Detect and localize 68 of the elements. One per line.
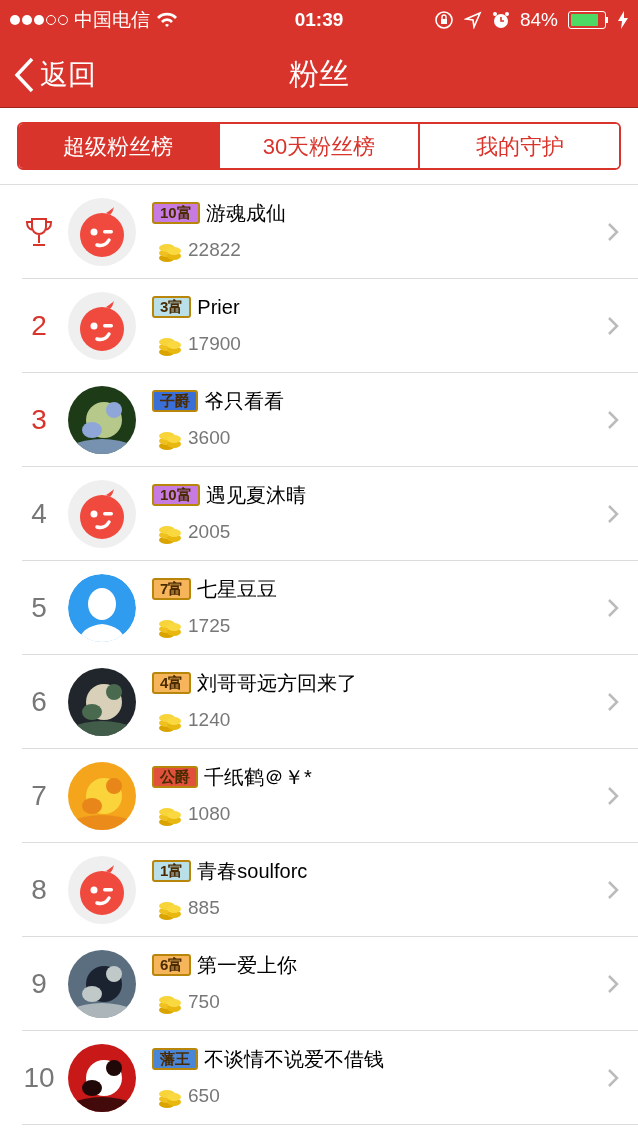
coin-count: 1725	[188, 614, 231, 639]
level-badge: 10富	[152, 484, 200, 507]
rotation-lock-icon	[433, 10, 454, 30]
chevron-right-icon[interactable]	[607, 691, 619, 712]
coin-count: 1240	[188, 708, 231, 733]
avatar-icon	[68, 291, 136, 360]
chevron-right-icon[interactable]	[607, 221, 619, 242]
coin-count: 650	[188, 1084, 220, 1109]
level-badge: 子爵	[152, 390, 198, 413]
fan-name: Prier	[197, 295, 240, 321]
fan-name: 不谈情不说爱不借钱	[204, 1047, 384, 1073]
level-badge: 藩王	[152, 1048, 198, 1071]
fan-name: 七星豆豆	[197, 577, 278, 603]
location-icon	[463, 11, 482, 29]
carrier-name: 中国电信	[74, 7, 150, 32]
charging-icon	[618, 11, 628, 29]
level-badge: 7富	[152, 578, 192, 601]
back-button[interactable]: 返回	[14, 54, 96, 96]
coin-count: 17900	[188, 332, 241, 357]
rank-number: 2	[31, 308, 47, 343]
avatar-icon	[68, 197, 136, 266]
fan-name: 千纸鹤＠￥*	[204, 765, 312, 791]
chevron-right-icon[interactable]	[607, 785, 619, 806]
rank-number: 3	[31, 402, 47, 437]
tab[interactable]: 超级粉丝榜	[19, 124, 218, 168]
chevron-right-icon[interactable]	[607, 1067, 619, 1088]
coin-count: 750	[188, 990, 220, 1015]
rank-number: 7	[31, 778, 47, 813]
chevron-right-icon[interactable]	[607, 315, 619, 336]
fan-name: 第一爱上你	[197, 953, 298, 979]
alarm-icon	[491, 11, 510, 29]
level-badge: 4富	[152, 672, 192, 695]
fan-name: 爷只看看	[204, 389, 284, 415]
coin-count: 3600	[188, 426, 231, 451]
chevron-right-icon[interactable]	[607, 409, 619, 430]
tab[interactable]: 我的守护	[418, 124, 619, 168]
chevron-right-icon[interactable]	[607, 879, 619, 900]
page-title: 粉丝	[289, 56, 349, 92]
coin-count: 2005	[188, 520, 231, 545]
chevron-right-icon[interactable]	[607, 597, 619, 618]
coin-count: 22822	[188, 238, 241, 263]
level-badge: 公爵	[152, 766, 198, 789]
fan-name: 青春soulforc	[197, 859, 308, 885]
avatar-icon	[68, 573, 136, 642]
avatar-icon	[68, 479, 136, 548]
rank-number: 5	[31, 590, 47, 625]
rank-number: 9	[31, 966, 47, 1001]
fan-name: 游魂成仙	[205, 201, 286, 227]
wifi-icon	[156, 12, 178, 28]
avatar-icon	[68, 855, 136, 924]
battery-icon	[568, 11, 608, 29]
chevron-right-icon[interactable]	[607, 973, 619, 994]
rank-number: 10	[23, 1060, 55, 1095]
coin-count: 1080	[188, 802, 231, 827]
fan-name: 刘哥哥远方回来了	[197, 671, 358, 697]
fan-name: 遇见夏沐晴	[205, 483, 306, 509]
level-badge: 6富	[152, 954, 192, 977]
rank-number: 8	[31, 872, 47, 907]
battery-percent: 84%	[519, 7, 558, 32]
back-chevron-icon	[14, 57, 34, 93]
level-badge: 3富	[152, 296, 192, 319]
rank-number: 4	[31, 496, 47, 531]
clock-time: 01:39	[294, 7, 344, 32]
level-badge: 1富	[152, 860, 192, 883]
rank-number: 6	[31, 684, 47, 719]
level-badge: 10富	[152, 202, 200, 225]
chevron-right-icon[interactable]	[607, 503, 619, 524]
coin-count: 885	[188, 896, 220, 921]
